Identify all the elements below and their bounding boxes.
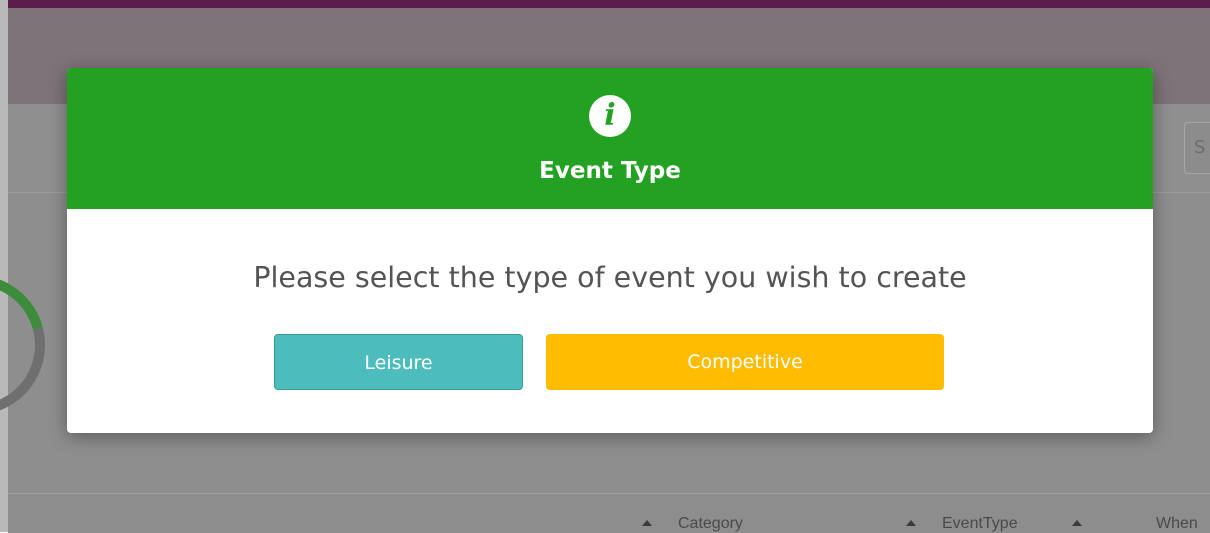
dialog-title: Event Type [539, 158, 681, 184]
competitive-button[interactable]: Competitive [546, 334, 944, 390]
sort-arrow-icon[interactable] [642, 520, 652, 526]
dialog-header: i Event Type [67, 68, 1153, 209]
search-input[interactable]: S [1184, 122, 1210, 174]
sort-arrow-icon[interactable] [906, 520, 916, 526]
column-header-category[interactable]: Category [678, 515, 743, 533]
leisure-button[interactable]: Leisure [274, 334, 523, 390]
table-header [8, 493, 1210, 533]
column-header-when[interactable]: When [1156, 515, 1198, 533]
sort-arrow-icon[interactable] [1072, 520, 1082, 526]
info-icon: i [589, 95, 631, 137]
left-strip [0, 0, 8, 532]
event-type-dialog: i Event Type Please select the type of e… [67, 68, 1153, 433]
search-placeholder: S [1194, 137, 1206, 158]
dialog-message: Please select the type of event you wish… [253, 261, 967, 294]
column-header-eventtype[interactable]: EventType [942, 515, 1018, 533]
